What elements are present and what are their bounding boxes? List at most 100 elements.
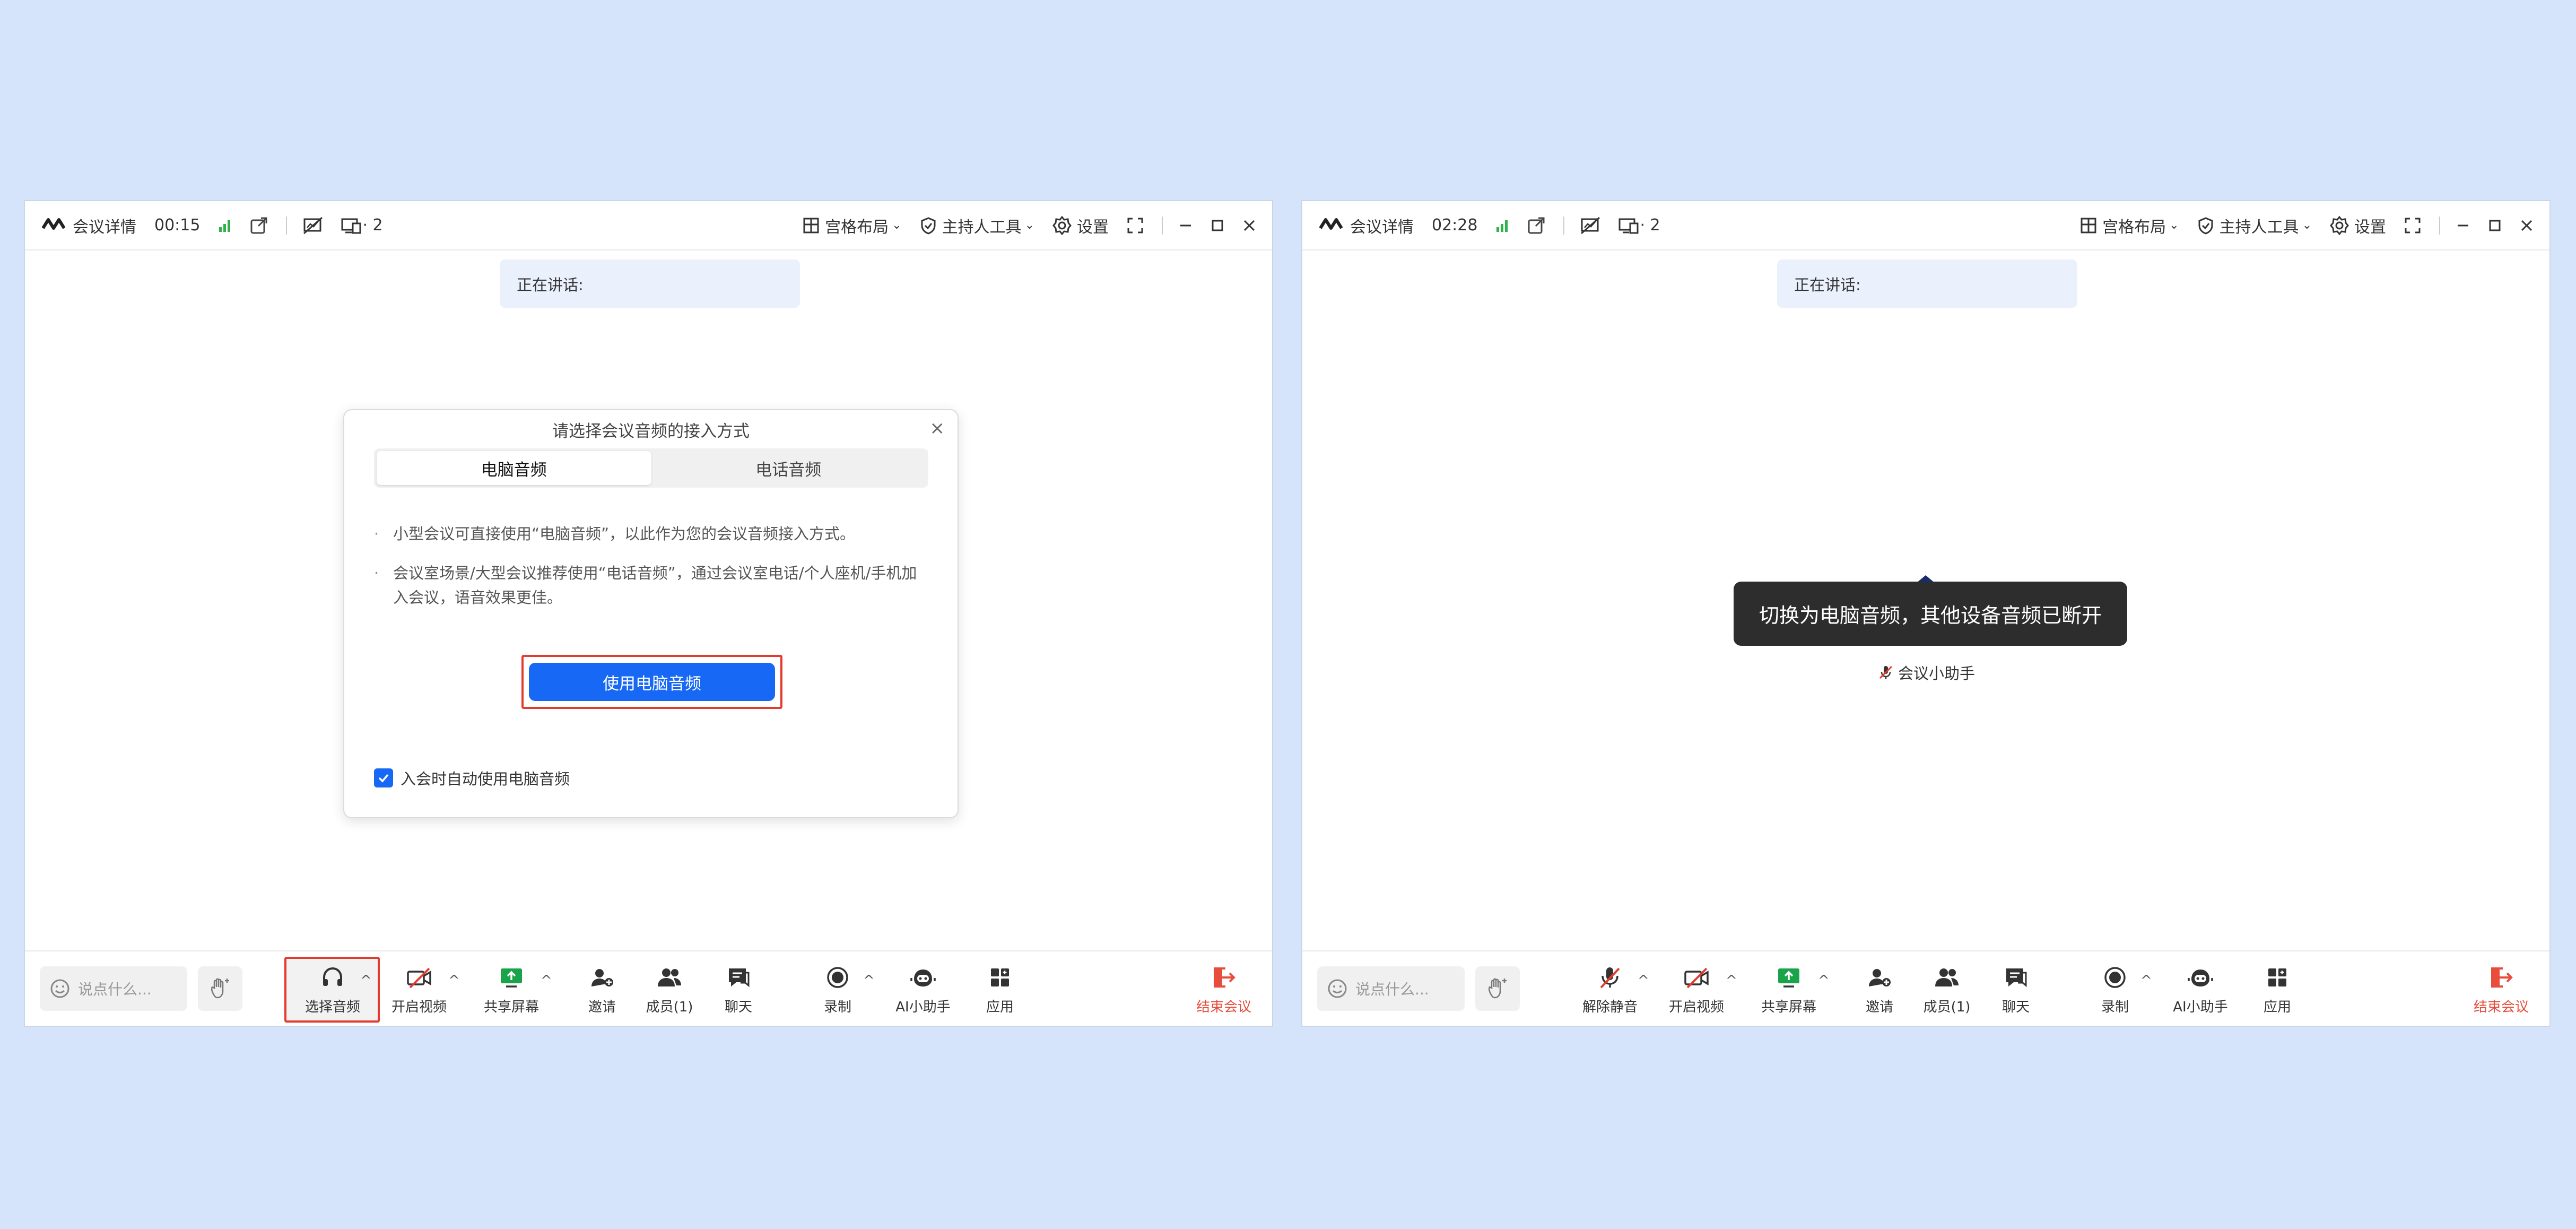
emoji-icon bbox=[1328, 979, 1347, 998]
minimize-icon[interactable] bbox=[1179, 219, 1193, 232]
chat-button[interactable]: 聊天 bbox=[717, 962, 760, 1020]
hand-icon bbox=[211, 978, 229, 999]
chevron-up-icon[interactable]: ^ bbox=[1726, 973, 1737, 989]
mic-muted-icon bbox=[1600, 967, 1620, 989]
screen-off-icon[interactable] bbox=[303, 217, 323, 235]
ai-assistant-label: AI小助手 bbox=[2173, 999, 2228, 1015]
members-button[interactable]: 成员(1) bbox=[640, 962, 699, 1020]
bullet-text: 会议室场景/大型会议推荐使用“电话音频”，通过会议室电话/个人座机/手机加入会议… bbox=[393, 564, 917, 607]
minimize-icon[interactable] bbox=[2456, 219, 2470, 232]
raise-hand-button[interactable] bbox=[1475, 966, 1520, 1011]
emoji-icon bbox=[50, 979, 69, 998]
device-count: · 2 bbox=[1640, 216, 1660, 235]
external-link-icon[interactable] bbox=[1527, 217, 1545, 235]
close-window-icon[interactable] bbox=[2520, 219, 2534, 232]
maximize-icon[interactable] bbox=[1211, 219, 1224, 232]
ai-assistant-button[interactable]: AI小助手 bbox=[2166, 962, 2235, 1020]
host-tools-button[interactable]: 主持人工具 ⌄ bbox=[920, 214, 1034, 237]
chevron-up-icon[interactable]: ^ bbox=[541, 973, 552, 989]
record-label: 录制 bbox=[823, 999, 851, 1015]
chat-label: 聊天 bbox=[724, 999, 752, 1015]
chat-input[interactable]: 说点什么... bbox=[1317, 966, 1465, 1011]
assistant-name-label: 会议小助手 bbox=[1898, 664, 1975, 682]
tab-phone-audio[interactable]: 电话音频 bbox=[651, 451, 926, 485]
chat-button[interactable]: 聊天 bbox=[1995, 962, 2037, 1020]
share-screen-button[interactable]: 共享屏幕 bbox=[477, 962, 546, 1020]
auto-audio-option[interactable]: 入会时自动使用电脑音频 bbox=[374, 767, 570, 789]
chevron-down-icon: ⌄ bbox=[2302, 219, 2312, 232]
invite-label: 邀请 bbox=[588, 999, 616, 1015]
settings-button[interactable]: 设置 bbox=[1052, 214, 1109, 237]
start-video-button[interactable]: 开启视频 bbox=[390, 962, 448, 1020]
fullscreen-icon[interactable] bbox=[2404, 217, 2421, 234]
assistant-name: 会议小助手 bbox=[1878, 661, 1975, 683]
title-bar: 会议详情 00:15 · 2 宫格布局 ⌄ 主持人工具 ⌄ 设置 bbox=[25, 201, 1272, 250]
end-meeting-label: 结束会议 bbox=[1196, 999, 1251, 1015]
share-screen-label: 共享屏幕 bbox=[483, 999, 539, 1015]
unmute-button[interactable]: 解除静音 bbox=[1578, 962, 1642, 1020]
chat-label: 聊天 bbox=[2001, 999, 2030, 1015]
video-off-icon bbox=[1684, 967, 1709, 989]
meeting-details-link[interactable]: 会议详情 bbox=[73, 214, 136, 237]
host-tools-button[interactable]: 主持人工具 ⌄ bbox=[2197, 214, 2312, 237]
chevron-up-icon[interactable]: ^ bbox=[448, 973, 460, 989]
exit-icon bbox=[2491, 967, 2513, 988]
apps-button[interactable]: 应用 bbox=[2256, 962, 2299, 1020]
record-button[interactable]: 录制 bbox=[816, 962, 859, 1020]
ai-assistant-button[interactable]: AI小助手 bbox=[889, 962, 958, 1020]
title-bar: 会议详情 02:28 · 2 宫格布局 ⌄ 主持人工具 ⌄ 设置 bbox=[1302, 201, 2549, 250]
end-meeting-label: 结束会议 bbox=[2473, 999, 2529, 1015]
close-icon[interactable]: × bbox=[930, 418, 945, 439]
close-window-icon[interactable] bbox=[1242, 219, 1256, 232]
share-screen-button[interactable]: 共享屏幕 bbox=[1754, 962, 1823, 1020]
unmute-label: 解除静音 bbox=[1582, 999, 1638, 1015]
share-screen-label: 共享屏幕 bbox=[1761, 999, 1816, 1015]
meeting-details-link[interactable]: 会议详情 bbox=[1350, 214, 1414, 237]
chevron-down-icon: ⌄ bbox=[1024, 219, 1034, 232]
chevron-up-icon[interactable]: ^ bbox=[863, 973, 875, 989]
meeting-timer: 00:15 bbox=[154, 216, 201, 235]
use-computer-audio-button[interactable]: 使用电脑音频 bbox=[529, 663, 775, 701]
info-list: · 小型会议可直接使用“电脑音频”，以此作为您的会议音频接入方式。 · 会议室场景/… bbox=[374, 522, 920, 625]
end-meeting-button[interactable]: 结束会议 bbox=[1192, 962, 1256, 1020]
settings-button[interactable]: 设置 bbox=[2330, 214, 2386, 237]
devices-indicator[interactable]: · 2 bbox=[341, 216, 383, 235]
chevron-up-icon[interactable]: ^ bbox=[2140, 973, 2152, 989]
invite-button[interactable]: 邀请 bbox=[581, 962, 623, 1020]
share-screen-icon bbox=[1778, 968, 1799, 988]
chat-input[interactable]: 说点什么... bbox=[40, 966, 187, 1011]
invite-button[interactable]: 邀请 bbox=[1858, 962, 1901, 1020]
checkbox-checked-icon[interactable] bbox=[374, 768, 393, 787]
start-video-button[interactable]: 开启视频 bbox=[1667, 962, 1726, 1020]
fullscreen-icon[interactable] bbox=[1127, 217, 1144, 234]
chevron-up-icon[interactable]: ^ bbox=[360, 973, 372, 989]
invite-icon bbox=[591, 969, 613, 986]
chat-placeholder: 说点什么... bbox=[1355, 981, 1429, 998]
chevron-up-icon[interactable]: ^ bbox=[1818, 973, 1830, 989]
signal-icon[interactable] bbox=[1495, 219, 1509, 232]
headset-icon bbox=[323, 967, 342, 986]
list-item: · 小型会议可直接使用“电脑音频”，以此作为您的会议音频接入方式。 bbox=[374, 522, 920, 546]
speaking-indicator: 正在讲话: bbox=[1777, 259, 2077, 308]
members-icon bbox=[1935, 968, 1959, 986]
external-link-icon[interactable] bbox=[250, 217, 268, 235]
record-icon bbox=[2104, 967, 2126, 988]
devices-indicator[interactable]: · 2 bbox=[1618, 216, 1660, 235]
record-button[interactable]: 录制 bbox=[2094, 962, 2136, 1020]
chevron-up-icon[interactable]: ^ bbox=[1638, 973, 1649, 989]
grid-layout-button[interactable]: 宫格布局 ⌄ bbox=[803, 214, 902, 237]
members-button[interactable]: 成员(1) bbox=[1918, 962, 1976, 1020]
end-meeting-button[interactable]: 结束会议 bbox=[2469, 962, 2533, 1020]
maximize-icon[interactable] bbox=[2488, 219, 2502, 232]
screen-off-icon[interactable] bbox=[1580, 217, 1600, 235]
meeting-window-right: 会议详情 02:28 · 2 宫格布局 ⌄ 主持人工具 ⌄ 设置 正在讲话: 切… bbox=[1301, 200, 2551, 1027]
chat-icon bbox=[729, 968, 750, 988]
select-audio-button[interactable]: 选择音频 bbox=[303, 962, 362, 1020]
meeting-toolbar: 说点什么... 解除静音 ^ 开启视频 ^ 共享屏幕 ^ 邀请 成员(1) 聊天… bbox=[1302, 950, 2549, 1026]
tab-computer-audio[interactable]: 电脑音频 bbox=[377, 451, 651, 485]
signal-icon[interactable] bbox=[218, 219, 232, 232]
raise-hand-button[interactable] bbox=[198, 966, 242, 1011]
apps-button[interactable]: 应用 bbox=[979, 962, 1021, 1020]
ai-assistant-icon bbox=[910, 970, 936, 986]
grid-layout-button[interactable]: 宫格布局 ⌄ bbox=[2080, 214, 2179, 237]
